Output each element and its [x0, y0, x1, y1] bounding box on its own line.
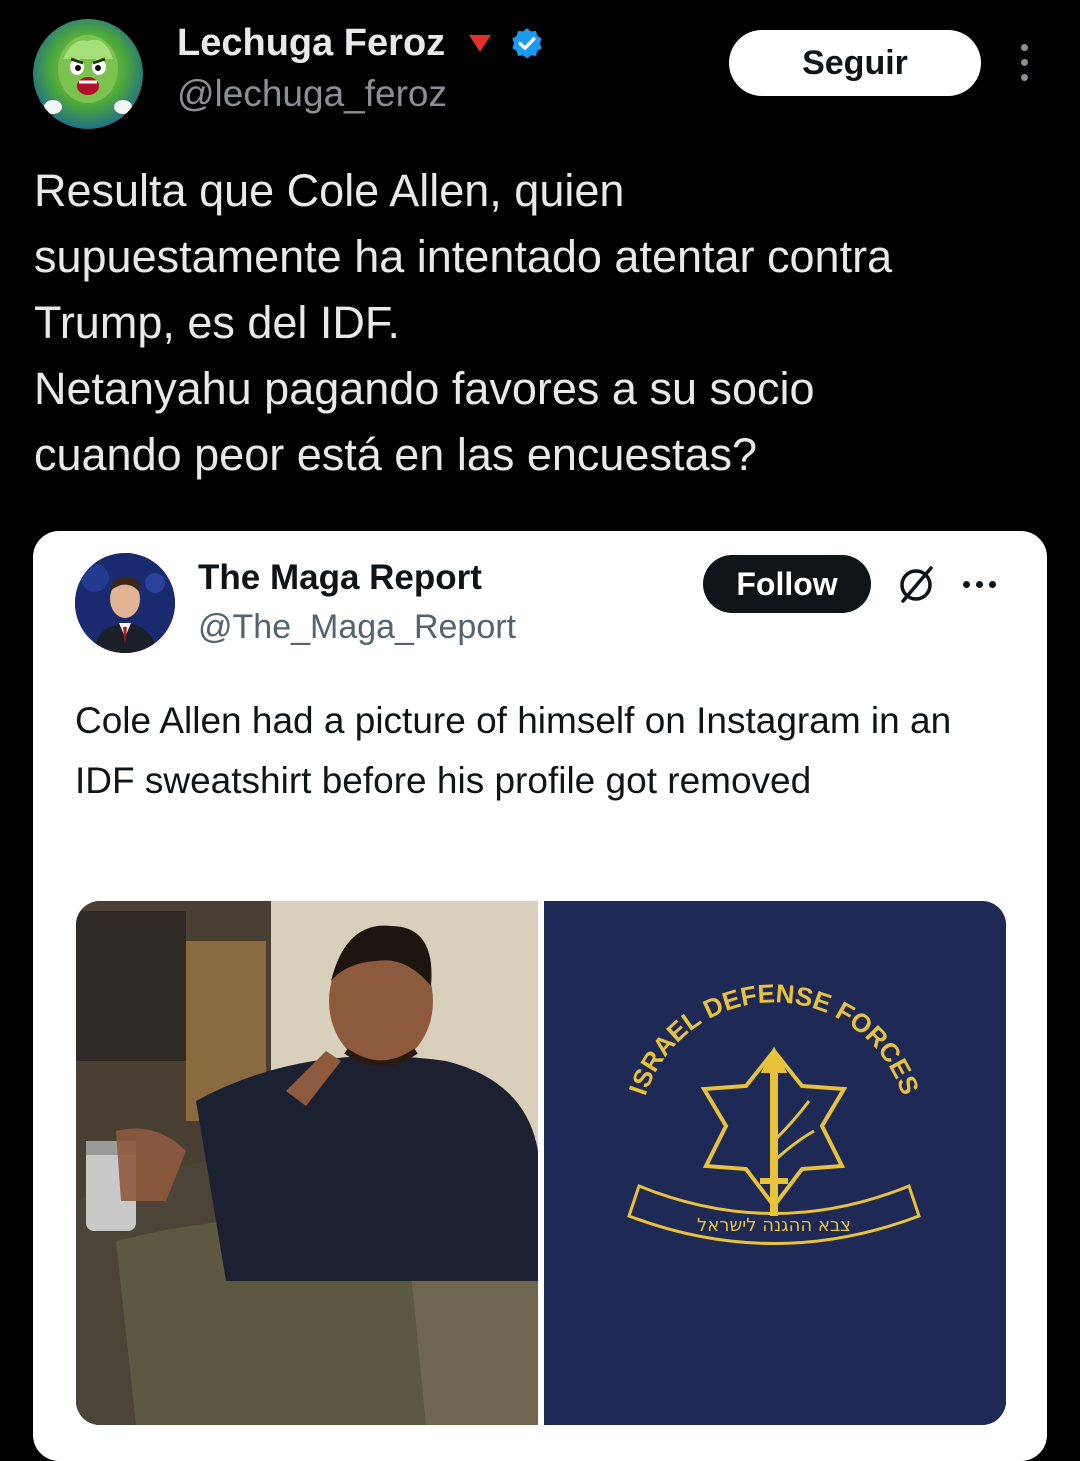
more-options-icon[interactable]	[1014, 44, 1034, 84]
author-name-text[interactable]: Lechuga Feroz	[177, 22, 445, 65]
blocked-circle-icon[interactable]	[893, 561, 939, 607]
author-handle[interactable]: @lechuga_feroz	[177, 73, 447, 115]
man-in-chair-photo[interactable]	[76, 901, 538, 1425]
quoted-author-avatar[interactable]	[75, 553, 175, 653]
author-avatar[interactable]	[33, 19, 143, 129]
lettuce-avatar-icon	[44, 35, 132, 114]
media-grid: ISRAEL DEFENSE FORCES צבא ההגנה לישראל	[76, 901, 1006, 1425]
hebrew-text: צבא ההגנה לישראל	[697, 1215, 851, 1236]
photo-illustration	[76, 901, 538, 1425]
quoted-more-options-icon[interactable]	[963, 581, 996, 588]
person-avatar-icon	[75, 553, 175, 653]
tweet-text: Resulta que Cole Allen, quien supuestame…	[34, 165, 893, 480]
author-name[interactable]: Lechuga Feroz	[177, 22, 545, 65]
quoted-author-handle[interactable]: @The_Maga_Report	[198, 608, 516, 647]
quoted-tweet-text: Cole Allen had a picture of himself on I…	[75, 700, 952, 801]
follow-button[interactable]: Seguir	[729, 30, 981, 96]
idf-emblem-icon: ISRAEL DEFENSE FORCES צבא ההגנה לישראל	[544, 901, 1006, 1425]
quoted-follow-button[interactable]: Follow	[703, 555, 871, 613]
idf-emblem-photo[interactable]: ISRAEL DEFENSE FORCES צבא ההגנה לישראל	[544, 901, 1006, 1425]
quoted-tweet-card[interactable]: The Maga Report @The_Maga_Report Follow …	[33, 531, 1047, 1461]
verified-badge-icon	[509, 26, 545, 62]
red-triangle-icon	[469, 35, 492, 52]
quoted-author-name[interactable]: The Maga Report	[198, 558, 482, 598]
